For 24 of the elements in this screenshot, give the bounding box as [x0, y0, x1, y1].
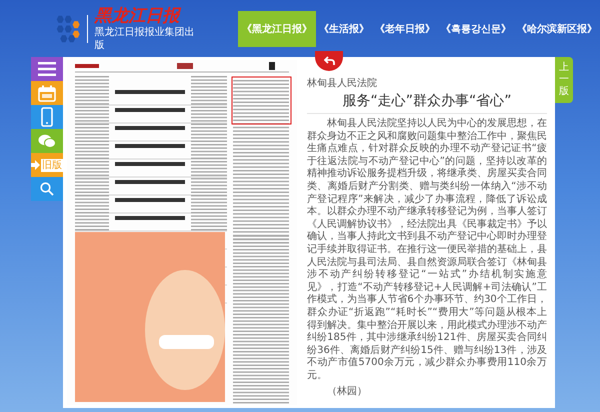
article-body: 林甸县人民法院坚持以人民为中心的发展思想，在群众身边不正之风和腐败问题集中整治工作中，聚焦民生痛点难点，针对群众反映的办理不动产登记证书“疲于往返法院与不动产登记中心”的问题，坚持以改革的精神推动诉讼服务提档升级，将继承类、房屋买卖合同类、离婚后财产分割类、赠与类纠纷一体纳入“涉不动产登记程序”来解决，减少了办事流程，降低了诉讼成本。以群众办理不动产继承转移登记为例，当事人签订《人民调解协议书》，经法院出具《民事裁定书》予以确认，当事人持此文书到县不动产登记中心即时办理登记手续并取得证书。在推行这一便民举措的基础上，县人民法院与县司法局、县自然资源局联合签订《林甸县涉不动产纠纷转移登记“一站式”办结机制实施意见》，打造“不动产转移登记+人民调解+司法确认”工作模式，为当事人节省6个办事环节、约30个工作日，群众办证“折返跑”“耗时长”“费用大”等问题从根本上得到解决。集中整治开展以来，用此模式办理涉不动产纠纷185件，其中涉继承纠纷121件、房屋买卖合同纠纷36件、离婚后财产纠纷15件、赠与纠纷13件，涉及不动产市值5700余万元，减少群众办事费用110余万元。 [307, 118, 547, 382]
newspaper-tab[interactable]: 《哈尔滨新区报》 [514, 10, 600, 46]
search-icon [40, 182, 54, 196]
article-source: 林甸县人民法院 [307, 77, 378, 90]
search-button[interactable] [31, 177, 63, 201]
back-arrow-icon [324, 56, 334, 66]
article-title: 服务“走心”群众办事“省心” [307, 92, 547, 114]
newspaper-tab[interactable]: 《生活报》 [316, 10, 372, 46]
article-signature: （林园） [326, 384, 368, 398]
hexagon-logo-icon [55, 14, 82, 44]
calendar-icon [38, 84, 56, 102]
newspaper-logo: 黑龙江日报 [94, 6, 182, 26]
back-button[interactable] [315, 51, 343, 71]
newspaper-tab[interactable]: 《老年日报》 [372, 10, 438, 46]
menu-icon [38, 62, 56, 76]
chat-button[interactable] [31, 129, 63, 153]
calendar-button[interactable] [31, 81, 63, 105]
phone-button[interactable] [31, 105, 63, 129]
arrow-into-page-icon [31, 159, 40, 171]
publisher-text: 黑龙江日报报业集团出版 [94, 26, 196, 52]
menu-button[interactable] [31, 57, 63, 81]
phone-icon [41, 107, 53, 127]
newspaper-tab[interactable]: 《흑룡강신문》 [438, 10, 514, 46]
chat-icon [38, 134, 56, 148]
